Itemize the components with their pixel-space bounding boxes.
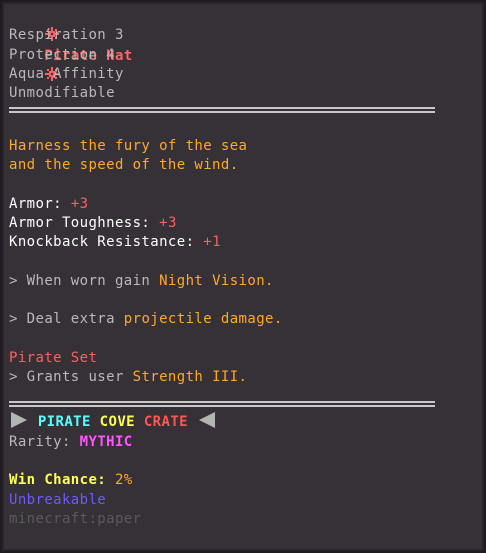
ability-text: > When worn gain xyxy=(9,272,160,289)
stat-value: +3 xyxy=(159,214,177,231)
stat-label: Knockback Resistance: xyxy=(9,234,195,251)
ability-text: > Deal extra xyxy=(9,311,124,328)
stat-label: Armor Toughness: xyxy=(9,214,151,231)
unmodifiable-flag: Unmodifiable xyxy=(9,85,115,102)
crate-name-row: PIRATE COVE CRATE xyxy=(9,411,478,433)
stat-value: +3 xyxy=(70,195,89,212)
enchantment-protection: Protection 4 xyxy=(9,46,115,63)
set-bonus: > Grants user Strength III. xyxy=(9,368,478,387)
stat-label: Armor: xyxy=(9,195,62,212)
item-id: minecraft:paper xyxy=(9,510,142,527)
lore-line: Harness the fury of the sea xyxy=(9,137,248,154)
set-bonus-highlight: Strength III. xyxy=(132,369,248,386)
back-icon xyxy=(198,411,215,428)
ability-highlight: projectile damage. xyxy=(123,311,283,328)
unbreakable-flag: Unbreakable xyxy=(9,491,107,508)
win-chance-value: 2% xyxy=(114,472,133,489)
win-chance-label: Win Chance: xyxy=(9,472,107,489)
divider xyxy=(9,107,435,114)
stat-armor: Armor: +3 xyxy=(9,195,478,214)
crate-word: COVE xyxy=(99,413,135,430)
divider xyxy=(9,400,435,407)
item-tooltip: Pirate Hat Respiration 3 Protection 4 Aq… xyxy=(0,0,486,553)
crate-word: CRATE xyxy=(143,413,188,430)
enchantment-respiration: Respiration 3 xyxy=(9,27,124,44)
lore-line: and the speed of the wind. xyxy=(9,157,239,174)
rarity-value: MYTHIC xyxy=(79,433,133,450)
win-chance-row: Win Chance: 2% xyxy=(9,471,478,490)
ability-highlight: Night Vision. xyxy=(159,272,274,289)
stat-knockback-resistance: Knockback Resistance: +1 xyxy=(9,233,478,252)
set-bonus-text: > Grants user xyxy=(9,369,133,386)
stat-value: +1 xyxy=(203,234,221,251)
rarity-label: Rarity: xyxy=(9,433,71,450)
set-name: Pirate Set xyxy=(9,350,98,367)
play-icon xyxy=(11,411,27,428)
crate-word: PIRATE xyxy=(37,413,91,430)
enchantment-aqua-affinity: Aqua Affinity xyxy=(9,65,124,82)
ability-night-vision: > When worn gain Night Vision. xyxy=(9,272,478,291)
stat-armor-toughness: Armor Toughness: +3 xyxy=(9,214,478,233)
rarity-row: Rarity: MYTHIC xyxy=(9,433,478,452)
ability-projectile-damage: > Deal extra projectile damage. xyxy=(9,310,478,329)
item-title-row: Pirate Hat xyxy=(9,7,478,81)
